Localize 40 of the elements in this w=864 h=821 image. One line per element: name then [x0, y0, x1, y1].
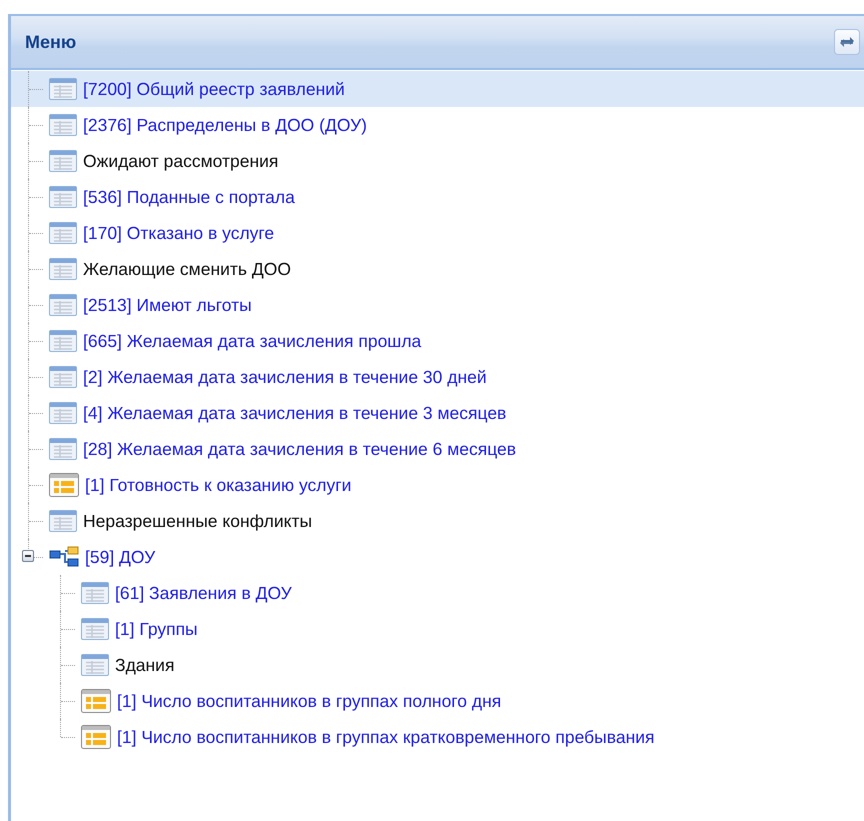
hierarchy-icon	[49, 546, 79, 568]
tree-item[interactable]: [2513] Имеют льготы	[49, 287, 252, 323]
table-icon	[49, 186, 77, 208]
tree-item[interactable]: [1] Готовность к оказанию услуги	[49, 467, 352, 503]
tree-item[interactable]: Здания	[81, 647, 174, 683]
tree-item[interactable]: [1] Число воспитанников в группах кратковременного пребывания	[81, 719, 654, 755]
table-icon	[81, 654, 109, 676]
table-icon	[49, 222, 77, 244]
list-icon	[81, 689, 111, 713]
tree-item[interactable]: Неразрешенные конфликты	[49, 503, 312, 539]
table-icon	[49, 366, 77, 388]
table-icon	[49, 114, 77, 136]
table-icon	[81, 618, 109, 640]
tree-item[interactable]: [170] Отказано в услуге	[49, 215, 274, 251]
table-icon	[49, 510, 77, 532]
tree-item[interactable]: [59] ДОУ	[49, 539, 156, 575]
table-icon	[49, 402, 77, 424]
refresh-button[interactable]	[834, 29, 860, 55]
tree-item[interactable]: [28] Желаемая дата зачисления в течение 6 месяцев	[49, 431, 516, 467]
tree-item[interactable]: [2376] Распределены в ДОО (ДОУ)	[49, 107, 368, 143]
tree-item[interactable]: [4] Желаемая дата зачисления в течение 3 месяцев	[49, 395, 506, 431]
table-icon	[49, 78, 77, 100]
tree-item[interactable]: [665] Желаемая дата зачисления прошла	[49, 323, 422, 359]
tree-item[interactable]: Ожидают рассмотрения	[49, 143, 278, 179]
table-icon	[49, 438, 77, 460]
tree-item[interactable]: [536] Поданные с портала	[49, 179, 295, 215]
list-icon	[81, 725, 111, 749]
tree-item[interactable]: Желающие сменить ДОО	[49, 251, 291, 287]
table-icon	[49, 150, 77, 172]
collapse-toggle[interactable]	[22, 550, 34, 562]
tree-item[interactable]: [2] Желаемая дата зачисления в течение 30 дней	[49, 359, 487, 395]
table-icon	[81, 582, 109, 604]
panel-title: Меню	[25, 32, 76, 52]
list-icon	[49, 473, 79, 497]
tree-item[interactable]: [61] Заявления в ДОУ	[81, 575, 292, 611]
table-icon	[49, 330, 77, 352]
table-icon	[49, 258, 77, 280]
tree-item[interactable]: [1] Число воспитанников в группах полного дня	[81, 683, 502, 719]
tree-item[interactable]: [1] Группы	[81, 611, 198, 647]
table-icon	[49, 294, 77, 316]
